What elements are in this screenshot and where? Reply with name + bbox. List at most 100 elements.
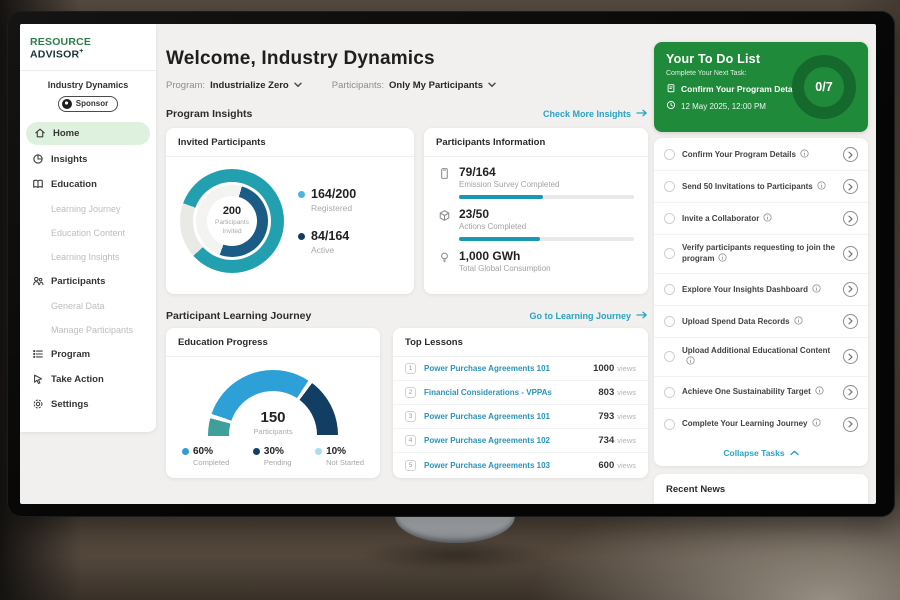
task-open-button[interactable] [843, 417, 858, 432]
sidebar-item-label: Participants [51, 276, 105, 287]
donut-center-value: 200 [223, 205, 241, 217]
card-title: Top Lessons [393, 328, 648, 357]
legend-dot [298, 191, 305, 198]
todo-tasks-card: Confirm Your Program Details Send 50 Inv… [654, 138, 868, 466]
legend-item-active: 84/164 Active [298, 229, 356, 255]
collapse-tasks-link[interactable]: Collapse Tasks [654, 440, 868, 464]
views-suffix: views [617, 461, 636, 470]
views-count: 803 [598, 387, 614, 398]
task-row: Upload Spend Data Records [654, 306, 868, 338]
participants-information-card: Participants Information 79/164 Emission… [424, 128, 648, 294]
info-icon[interactable] [800, 149, 809, 158]
sidebar-item-learning-journey[interactable]: Learning Journey [20, 197, 156, 221]
task-checkbox[interactable] [664, 419, 675, 430]
views-count: 600 [598, 460, 614, 471]
sidebar-item-home[interactable]: Home [26, 122, 150, 145]
sidebar-item-education-content[interactable]: Education Content [20, 221, 156, 245]
sidebar-item-manage-participants[interactable]: Manage Participants [20, 318, 156, 342]
sidebar-item-learning-insights[interactable]: Learning Insights [20, 245, 156, 269]
lesson-link[interactable]: Power Purchase Agreements 101 [424, 364, 593, 373]
todo-summary-card: Your To Do List Complete Your Next Task:… [654, 42, 868, 132]
card-title: Education Progress [166, 328, 380, 357]
participants-select[interactable]: Participants: Only My Participants [332, 80, 496, 91]
stat-label: Total Global Consumption [459, 264, 551, 273]
task-checkbox[interactable] [664, 316, 675, 327]
info-icon[interactable] [686, 356, 695, 365]
lesson-link[interactable]: Financial Considerations - VPPAs [424, 388, 598, 397]
stat-label: Actions Completed [459, 222, 526, 231]
lesson-link[interactable]: Power Purchase Agreements 103 [424, 461, 598, 470]
gauge-center-value: 150 [208, 410, 338, 425]
bulb-icon [438, 251, 451, 264]
sidebar-item-general-data[interactable]: General Data [20, 294, 156, 318]
actions-icon [438, 209, 451, 222]
task-open-button[interactable] [843, 179, 858, 194]
lesson-link[interactable]: Power Purchase Agreements 102 [424, 436, 598, 445]
task-checkbox[interactable] [664, 284, 675, 295]
task-checkbox[interactable] [664, 213, 675, 224]
program-insights-header: Program Insights Check More Insights [166, 108, 648, 120]
legend-value: 164/200 [311, 187, 356, 201]
info-icon[interactable] [794, 316, 803, 325]
learning-journey-header: Participant Learning Journey Go to Learn… [166, 310, 648, 322]
chevron-up-icon [790, 448, 799, 458]
program-select[interactable]: Program: Industrialize Zero [166, 80, 302, 91]
sidebar-item-label: Settings [51, 399, 88, 410]
info-icon[interactable] [815, 386, 824, 395]
lesson-row: 2 Financial Considerations - VPPAs 803 v… [393, 381, 648, 405]
todo-progress-count: 0/7 [815, 80, 832, 94]
card-title: Invited Participants [166, 128, 414, 157]
views-count: 1000 [593, 363, 614, 374]
task-checkbox[interactable] [664, 387, 675, 398]
invited-participants-card: Invited Participants 200 Participants In… [166, 128, 414, 294]
recent-news-title: Recent News [654, 474, 868, 504]
sidebar-item-label: General Data [51, 301, 105, 311]
sidebar-item-participants[interactable]: Participants [20, 269, 156, 294]
program-value: Industrialize Zero [210, 80, 289, 91]
donut-center: 200 Participants Invited [207, 196, 257, 246]
task-row: Explore Your Insights Dashboard [654, 274, 868, 306]
task-label: Upload Spend Data Records [682, 317, 790, 326]
legend-item-completed: 60% Completed [182, 446, 229, 467]
task-open-button[interactable] [843, 211, 858, 226]
rank-badge: 2 [405, 387, 416, 398]
task-checkbox[interactable] [664, 149, 675, 160]
sponsor-label: Sponsor [76, 99, 108, 108]
sidebar-item-label: Home [53, 128, 79, 139]
stat-value: 1,000 GWh [459, 249, 551, 263]
go-to-learning-journey-link[interactable]: Go to Learning Journey [529, 311, 648, 321]
task-checkbox[interactable] [664, 248, 675, 259]
legend-dot [298, 233, 305, 240]
info-icon[interactable] [812, 418, 821, 427]
education-progress-card: Education Progress 150 Participants 60% [166, 328, 380, 478]
info-icon[interactable] [763, 213, 772, 222]
task-checkbox[interactable] [664, 351, 675, 362]
task-open-button[interactable] [843, 282, 858, 297]
info-icon[interactable] [812, 284, 821, 293]
sidebar-item-insights[interactable]: Insights [20, 147, 156, 172]
gauge-center: 150 Participants [208, 410, 338, 436]
legend-item-not-started: 10% Not Started [315, 446, 364, 467]
sidebar-item-education[interactable]: Education [20, 172, 156, 197]
sponsor-badge[interactable]: Sponsor [58, 96, 118, 112]
task-open-button[interactable] [843, 385, 858, 400]
sidebar-item-take-action[interactable]: Take Action [20, 367, 156, 392]
sidebar-item-settings[interactable]: Settings [20, 392, 156, 417]
participants-label: Participants: [332, 80, 384, 91]
donut-legend: 164/200 Registered 84/164 Active [298, 187, 356, 255]
task-open-button[interactable] [843, 246, 858, 261]
lesson-link[interactable]: Power Purchase Agreements 101 [424, 412, 598, 421]
views-count: 734 [598, 435, 614, 446]
info-icon[interactable] [817, 181, 826, 190]
info-icon[interactable] [718, 253, 727, 262]
task-open-button[interactable] [843, 349, 858, 364]
task-open-button[interactable] [843, 147, 858, 162]
task-checkbox[interactable] [664, 181, 675, 192]
brand-plus: + [79, 48, 83, 55]
sidebar-item-program[interactable]: Program [20, 342, 156, 367]
legend-label: Registered [311, 203, 356, 213]
task-open-button[interactable] [843, 314, 858, 329]
invited-donut-chart: 200 Participants Invited 164/200 Registe… [166, 157, 414, 273]
stat-actions: 23/50 Actions Completed [424, 199, 648, 231]
check-more-insights-link[interactable]: Check More Insights [543, 109, 648, 119]
